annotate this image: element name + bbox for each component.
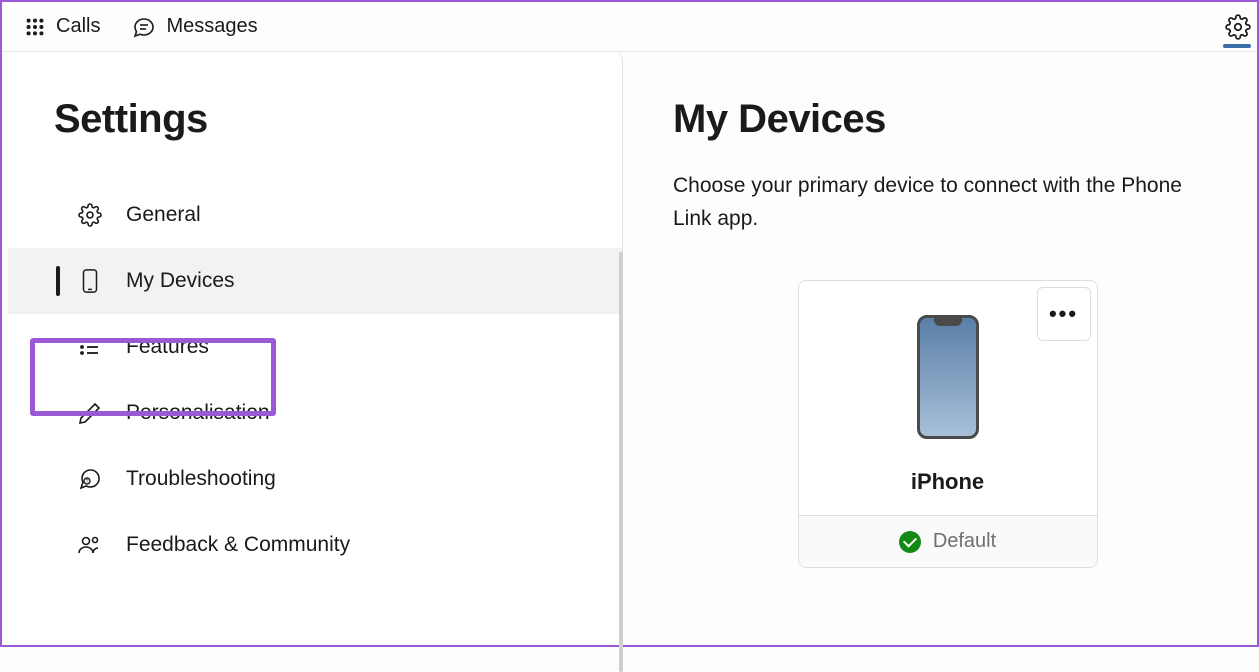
messages-tab[interactable]: Messages (120, 9, 269, 45)
nav-item-troubleshooting[interactable]: ? Troubleshooting (8, 446, 622, 512)
top-bar: Calls Messages (2, 2, 1257, 52)
gear-active-indicator (1223, 44, 1251, 48)
sidebar-panel: Settings General My Devices Features (8, 52, 623, 645)
calls-label: Calls (56, 15, 100, 38)
content-title: My Devices (673, 97, 1222, 142)
pen-icon (76, 401, 104, 425)
content-subtitle: Choose your primary device to connect wi… (673, 170, 1222, 235)
device-name: iPhone (911, 469, 984, 495)
nav-label: Feedback & Community (126, 533, 350, 557)
svg-text:?: ? (86, 479, 89, 485)
device-card-footer: Default (799, 515, 1097, 567)
nav-label: Troubleshooting (126, 467, 276, 491)
settings-gear-button[interactable] (1225, 14, 1251, 40)
calls-tab[interactable]: Calls (12, 9, 112, 44)
scrollbar[interactable] (619, 252, 623, 672)
check-circle-icon (899, 531, 921, 553)
device-status: Default (933, 530, 996, 553)
more-icon: ••• (1049, 301, 1078, 327)
nav-label: Personalisation (126, 401, 270, 425)
device-card[interactable]: ••• iPhone Default (798, 280, 1098, 568)
nav-label: My Devices (126, 269, 235, 293)
device-more-button[interactable]: ••• (1037, 287, 1091, 341)
nav-item-my-devices[interactable]: My Devices (8, 248, 622, 314)
nav-label: Features (126, 335, 209, 359)
device-illustration (917, 315, 979, 439)
list-icon (76, 335, 104, 359)
messages-label: Messages (166, 15, 257, 38)
gear-icon (76, 203, 104, 227)
nav-item-personalisation[interactable]: Personalisation (8, 380, 622, 446)
nav-item-feedback[interactable]: Feedback & Community (8, 512, 622, 578)
help-chat-icon: ? (76, 467, 104, 491)
nav-label: General (126, 203, 201, 227)
page-title: Settings (8, 97, 622, 142)
main-area: Settings General My Devices Features (2, 52, 1257, 645)
settings-nav-list: General My Devices Features Personalisat… (8, 182, 622, 578)
nav-item-features[interactable]: Features (8, 314, 622, 380)
chat-icon (132, 15, 156, 39)
nav-item-general[interactable]: General (8, 182, 622, 248)
phone-icon (76, 268, 104, 294)
dialpad-icon (24, 16, 46, 38)
content-panel: My Devices Choose your primary device to… (623, 52, 1257, 645)
people-icon (76, 533, 104, 557)
